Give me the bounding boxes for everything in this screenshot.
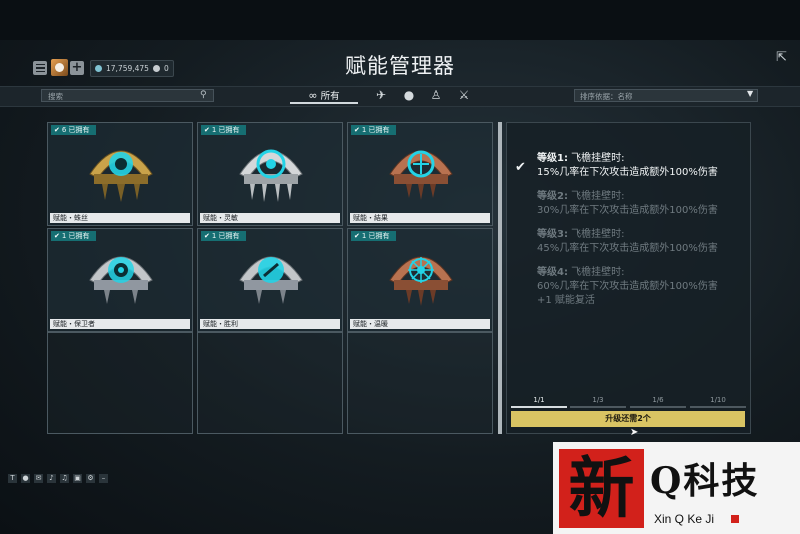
- tab-crossed-swords-icon[interactable]: ⚔: [457, 88, 471, 102]
- card-label: 赋能・蛛丝: [50, 213, 190, 223]
- arcane-emblem-icon: [239, 256, 303, 304]
- chat-bubble-icon[interactable]: ●: [21, 474, 30, 483]
- settings-icon[interactable]: ⚙: [86, 474, 95, 483]
- card-label: 赋能・灵敏: [200, 213, 340, 223]
- check-icon: ✔: [354, 126, 360, 134]
- level-title: 等级2:: [537, 191, 568, 202]
- rank-tab[interactable]: 1/3: [570, 396, 626, 404]
- empty-slot: [47, 332, 193, 434]
- text-chat-icon[interactable]: T: [8, 474, 17, 483]
- rank-indicator: [690, 406, 746, 408]
- level-trigger: 飞檐挂壁时:: [571, 191, 625, 202]
- level-extra: +1 赋能复活: [537, 295, 595, 306]
- arcane-card[interactable]: ✔ 1 已拥有 赋能・灵敏: [197, 122, 343, 226]
- scrollbar-thumb[interactable]: [498, 122, 502, 434]
- search-icon[interactable]: ⚲: [200, 90, 207, 100]
- rank-indicator: [570, 406, 626, 408]
- level-1: 等级1: 飞檐挂壁时: 15%几率在下次攻击造成额外100%伤害: [537, 152, 747, 180]
- owned-count: 1 已拥有: [361, 126, 390, 134]
- level-2: 等级2: 飞檐挂壁时: 30%几率在下次攻击造成额外100%伤害: [537, 190, 747, 218]
- mail-icon[interactable]: ✉: [34, 474, 43, 483]
- level-title: 等级1:: [537, 153, 568, 164]
- empty-slot: [197, 332, 343, 434]
- level-effect: 30%几率在下次攻击造成额外100%伤害: [537, 205, 718, 216]
- top-band: [0, 0, 800, 40]
- card-label: 赋能・結果: [350, 213, 490, 223]
- rank-indicator: [511, 406, 567, 408]
- tab-wings-icon[interactable]: ✈: [374, 88, 388, 102]
- tab-all[interactable]: ∞ 所有: [290, 88, 358, 104]
- arcane-card[interactable]: ✔ 6 已拥有 赋能・蛛丝: [47, 122, 193, 226]
- level-3: 等级3: 飞檐挂壁时: 45%几率在下次攻击造成额外100%伤害: [537, 228, 747, 256]
- tab-person-icon[interactable]: ●: [402, 88, 416, 102]
- cursor-icon: ➤: [630, 427, 639, 438]
- arcane-emblem-icon: [239, 149, 303, 202]
- owned-count: 6 已拥有: [61, 126, 90, 134]
- arcane-card[interactable]: ✔ 1 已拥有 赋能・温暖: [347, 228, 493, 332]
- arcane-card[interactable]: ✔ 1 已拥有 赋能・胜利: [197, 228, 343, 332]
- level-title: 等级3:: [537, 229, 568, 240]
- arcane-emblem-icon: [89, 150, 153, 202]
- arcane-emblem-icon: [89, 256, 153, 304]
- card-label: 赋能・温暖: [350, 319, 490, 329]
- minimize-icon[interactable]: –: [99, 474, 108, 483]
- watermark-seal: 新: [559, 449, 644, 528]
- arcane-grid: ✔ 6 已拥有 赋能・蛛丝 ✔ 1 已拥有 赋能・灵敏 ✔ 1 已拥有 赋能・結…: [47, 122, 495, 434]
- owned-count: 1 已拥有: [211, 232, 240, 240]
- rank-indicator: [630, 406, 686, 408]
- infinity-icon: ∞: [308, 89, 318, 102]
- empty-slot: [347, 332, 493, 434]
- sort-dropdown[interactable]: 排序依据：名称: [574, 89, 758, 102]
- arcane-emblem-icon: [389, 256, 453, 306]
- owned-count: 1 已拥有: [211, 126, 240, 134]
- music-icon[interactable]: ♪: [47, 474, 56, 483]
- watermark-dot: [731, 515, 739, 523]
- watermark-subtitle: Xin Q Ke Ji: [654, 512, 715, 526]
- level-trigger: 飞檐挂壁时:: [571, 229, 625, 240]
- rank-tab[interactable]: 1/6: [630, 396, 686, 404]
- check-icon: ✔: [204, 232, 210, 240]
- chevron-down-icon[interactable]: ▼: [747, 89, 753, 98]
- tab-all-label: 所有: [320, 91, 340, 102]
- card-label: 赋能・保卫者: [50, 319, 190, 329]
- exit-icon[interactable]: ⇱: [776, 50, 787, 65]
- search-input[interactable]: 搜索: [41, 89, 214, 102]
- watermark-title: Q科技: [650, 460, 760, 502]
- bell-icon[interactable]: ♫: [60, 474, 69, 483]
- arcane-emblem-icon: [389, 150, 453, 200]
- level-effect: 15%几率在下次攻击造成额外100%伤害: [537, 167, 718, 178]
- rank-tab[interactable]: 1/10: [690, 396, 746, 404]
- check-icon: ✔: [204, 126, 210, 134]
- upgrade-button[interactable]: 升级还需2个: [511, 411, 745, 427]
- level-trigger: 飞檐挂壁时:: [571, 267, 625, 278]
- arcane-card[interactable]: ✔ 1 已拥有 赋能・保卫者: [47, 228, 193, 332]
- level-4: 等级4: 飞檐挂壁时: 60%几率在下次攻击造成额外100%伤害 +1 赋能复活: [537, 266, 747, 308]
- level-title: 等级4:: [537, 267, 568, 278]
- tab-potion-icon[interactable]: ♙: [429, 88, 443, 102]
- level-trigger: 飞檐挂壁时:: [571, 153, 625, 164]
- rank-tab[interactable]: 1/1: [511, 396, 567, 404]
- check-icon: ✔: [354, 232, 360, 240]
- check-icon: ✔: [54, 232, 60, 240]
- card-label: 赋能・胜利: [200, 319, 340, 329]
- page-title: 赋能管理器: [345, 54, 455, 78]
- owned-count: 1 已拥有: [61, 232, 90, 240]
- check-icon: ✔: [54, 126, 60, 134]
- arcane-card[interactable]: ✔ 1 已拥有 赋能・結果: [347, 122, 493, 226]
- level-effect: 45%几率在下次攻击造成额外100%伤害: [537, 243, 718, 254]
- level-effect: 60%几率在下次攻击造成额外100%伤害: [537, 281, 718, 292]
- screenshot-icon[interactable]: ▣: [73, 474, 82, 483]
- owned-count: 1 已拥有: [361, 232, 390, 240]
- check-icon: ✔: [515, 160, 526, 175]
